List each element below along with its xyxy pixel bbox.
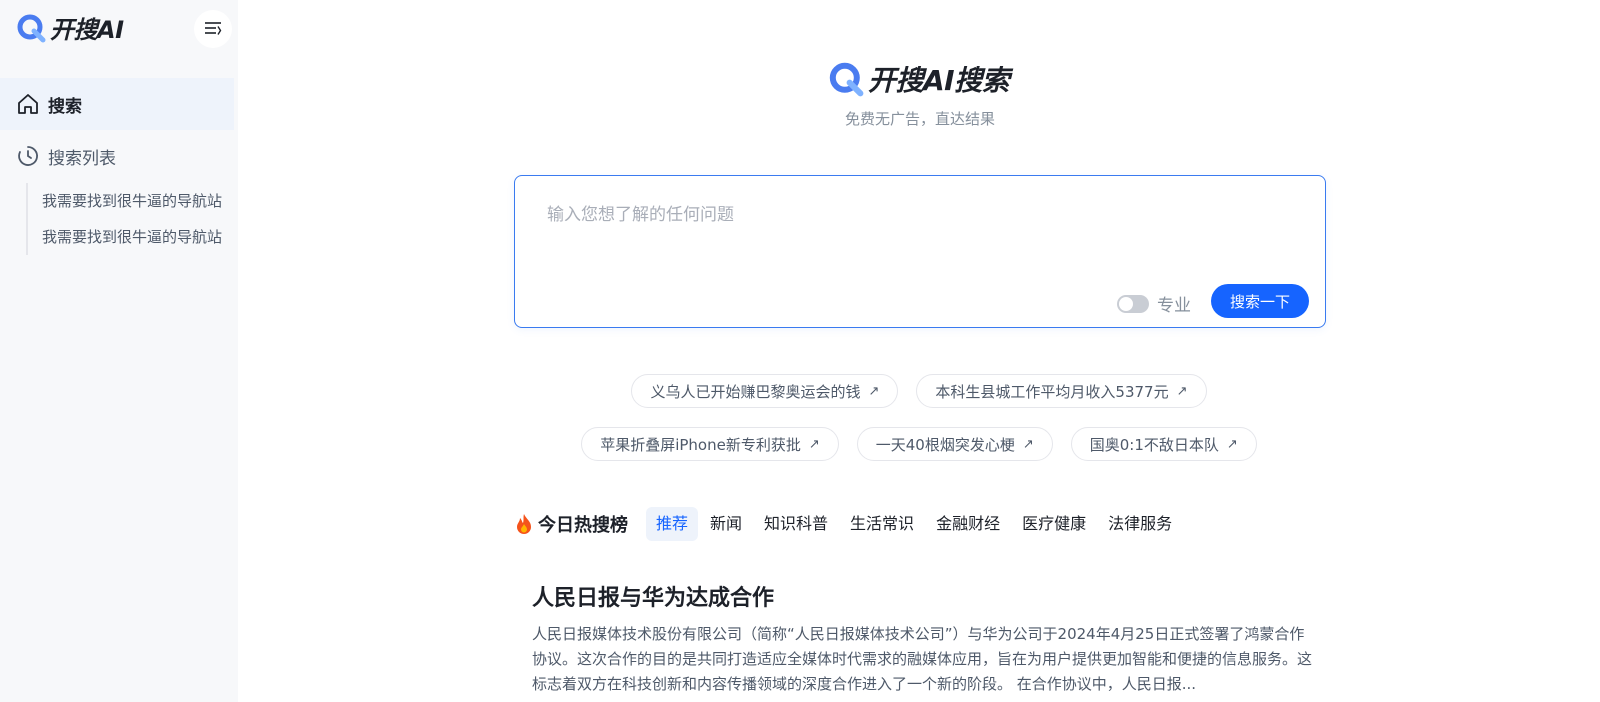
tab-finance[interactable]: 金融财经 xyxy=(926,507,1010,541)
tab-life[interactable]: 生活常识 xyxy=(840,507,924,541)
suggestion-text: 一天40根烟突发心梗 xyxy=(875,435,1015,454)
arrow-up-right-icon: ↗ xyxy=(808,436,820,452)
news-title[interactable]: 人民日报与华为达成合作 xyxy=(532,580,1312,612)
hot-title-text: 今日热搜榜 xyxy=(538,515,628,536)
suggestion-chip[interactable]: 义乌人已开始赚巴黎奥运会的钱 ↗ xyxy=(631,374,899,408)
sidebar-item-label: 搜索列表 xyxy=(48,148,116,169)
suggestion-chip[interactable]: 国奥0:1不敌日本队 ↗ xyxy=(1070,427,1257,461)
tab-law[interactable]: 法律服务 xyxy=(1098,507,1182,541)
tab-health[interactable]: 医疗健康 xyxy=(1012,507,1096,541)
suggestion-text: 本科生县城工作平均月收入5377元 xyxy=(935,382,1169,401)
history-icon xyxy=(18,146,38,166)
main-content: 开搜AI搜索 免费无广告，直达结果 专业 搜索一下 义乌人已开始赚巴黎奥运会的钱… xyxy=(238,0,1600,702)
suggestion-chip[interactable]: 本科生县城工作平均月收入5377元 ↗ xyxy=(916,374,1207,408)
tab-recommend[interactable]: 推荐 xyxy=(646,507,699,541)
logo-icon xyxy=(17,14,46,42)
arrow-up-right-icon: ↗ xyxy=(1226,436,1238,452)
tab-news[interactable]: 新闻 xyxy=(700,507,752,541)
search-input[interactable] xyxy=(545,198,1289,262)
suggestion-text: 国奥0:1不敌日本队 xyxy=(1089,435,1219,454)
pro-switch[interactable] xyxy=(1117,294,1149,313)
suggestion-text: 义乌人已开始赚巴黎奥运会的钱 xyxy=(650,382,861,401)
pro-label: 专业 xyxy=(1157,296,1191,316)
suggestion-text: 苹果折叠屏iPhone新专利获批 xyxy=(600,435,801,454)
sidebar-item-search-list[interactable]: 搜索列表 xyxy=(0,130,234,182)
hot-list-header: 今日热搜榜 推荐 新闻 知识科普 生活常识 金融财经 医疗健康 法律服务 xyxy=(514,507,1184,541)
switch-knob xyxy=(1119,296,1133,311)
tab-science[interactable]: 知识科普 xyxy=(754,507,838,541)
collapse-sidebar-button[interactable] xyxy=(194,10,232,48)
app-name: 开搜AI xyxy=(50,16,124,44)
suggestion-chip[interactable]: 一天40根烟突发心梗 ↗ xyxy=(856,427,1053,461)
history-item[interactable]: 我需要找到很牛逼的导航站 xyxy=(42,183,222,219)
suggestion-row: 义乌人已开始赚巴黎奥运会的钱 ↗ 本科生县城工作平均月收入5377元 ↗ xyxy=(238,374,1600,408)
arrow-up-right-icon: ↗ xyxy=(1022,436,1034,452)
search-box: 专业 搜索一下 xyxy=(514,175,1326,328)
sidebar: 开搜AI 搜索 搜索列表 我需要找到很牛逼的导航站 我需要找到很牛逼的导航站 xyxy=(0,0,238,702)
hot-list-title: 今日热搜榜 xyxy=(514,511,628,537)
sidebar-item-search[interactable]: 搜索 xyxy=(0,78,234,130)
history-list: 我需要找到很牛逼的导航站 我需要找到很牛逼的导航站 xyxy=(26,183,222,255)
arrow-up-right-icon: ↗ xyxy=(1176,383,1188,399)
history-item[interactable]: 我需要找到很牛逼的导航站 xyxy=(42,219,222,255)
logo-icon xyxy=(829,62,864,97)
news-item[interactable]: 人民日报与华为达成合作 人民日报媒体技术股份有限公司（简称“人民日报媒体技术公司… xyxy=(532,580,1312,697)
brand-logo: 开搜AI搜索 xyxy=(828,59,1010,99)
home-icon xyxy=(18,94,38,114)
menu-collapse-icon xyxy=(205,22,222,35)
sidebar-item-label: 搜索 xyxy=(48,96,82,117)
pro-mode-toggle[interactable]: 专业 xyxy=(1117,291,1191,316)
arrow-up-right-icon: ↗ xyxy=(868,383,880,399)
suggestion-chip[interactable]: 苹果折叠屏iPhone新专利获批 ↗ xyxy=(581,427,839,461)
fire-icon xyxy=(517,514,531,534)
slogan: 免费无广告，直达结果 xyxy=(844,110,995,128)
search-button[interactable]: 搜索一下 xyxy=(1211,284,1309,318)
suggestion-row: 苹果折叠屏iPhone新专利获批 ↗ 一天40根烟突发心梗 ↗ 国奥0:1不敌日… xyxy=(238,427,1600,461)
news-summary: 人民日报媒体技术股份有限公司（简称“人民日报媒体技术公司”）与华为公司于2024… xyxy=(532,625,1312,693)
brand-title: 开搜AI搜索 xyxy=(868,64,1010,97)
app-logo[interactable]: 开搜AI xyxy=(16,10,124,45)
